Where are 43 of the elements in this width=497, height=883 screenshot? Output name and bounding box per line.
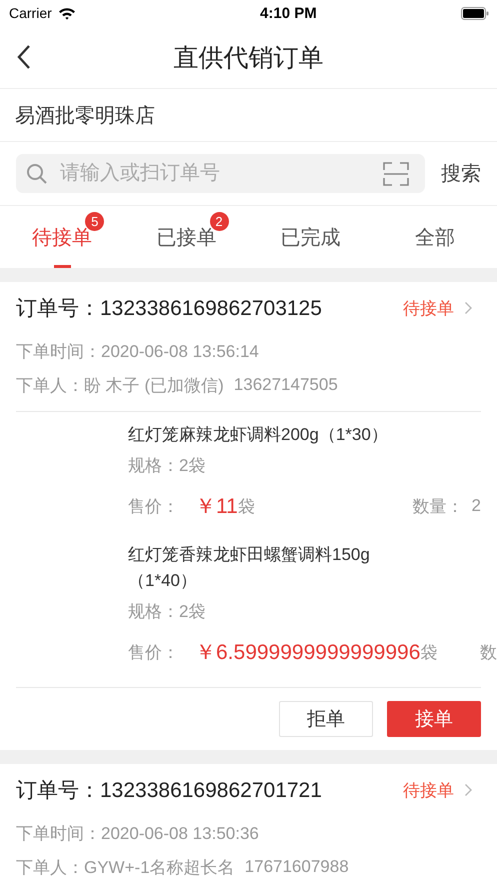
clock-text: 4:10 PM [260,4,317,22]
unit-text: 袋 [420,642,438,664]
search-input[interactable]: 请输入或扫订单号 [58,161,373,186]
reject-button[interactable]: 拒单 [279,701,373,737]
wifi-icon [58,6,76,20]
store-name: 易酒批零明珠店 [15,104,155,128]
chevron-right-icon [464,783,473,797]
count-badge: 5 [85,212,104,231]
search-button[interactable]: 搜索 [441,160,481,187]
product-spec: 规格：2袋 [128,601,206,623]
unit-text: 袋 [238,496,255,518]
buyer-name: 下单人：GYW+-1名称超长名 [16,856,235,878]
tab[interactable]: 全部 [372,206,497,268]
quantity-label: 数量： [412,496,464,518]
scan-icon[interactable] [383,162,409,186]
price-label: 售价： [128,496,179,518]
buyer-name: 下单人：盼 木子 (已加微信) [16,374,224,396]
quantity-label: 数 [480,642,497,664]
price-label: 售价： [128,642,179,664]
page-title: 直供代销订单 [174,42,324,74]
quantity-value: 2 [472,496,481,516]
carrier-text: Carrier [9,5,52,21]
order-number: 订单号：1323386169862701721 [16,778,322,804]
search-field[interactable]: 请输入或扫订单号 [16,154,425,193]
price-value: ￥11 [195,494,238,520]
order-time: 下单时间：2020-06-08 13:56:14 [16,340,260,362]
price-value: ￥6.5999999999999996 [195,640,420,666]
order-time: 下单时间：2020-06-08 13:50:36 [16,822,260,844]
product-name: 红灯笼麻辣龙虾调料200g（1*30） [128,424,389,446]
battery-icon [460,6,489,20]
buyer-phone: 17671607988 [244,857,349,877]
search-icon [26,162,48,184]
buyer-phone: 13627147505 [234,375,338,395]
tab[interactable]: 待接单 5 [0,206,124,268]
product-spec: 规格：2袋 [128,455,206,477]
chevron-right-icon [464,301,473,315]
tab[interactable]: 已接单 2 [124,206,248,268]
order-number: 订单号：1323386169862703125 [16,296,322,322]
back-icon[interactable] [17,44,31,70]
accept-button[interactable]: 接单 [387,701,481,737]
tab[interactable]: 已完成 [248,206,373,268]
count-badge: 2 [210,212,228,231]
product-name: 红灯笼香辣龙虾田螺蟹调料150g（1*40） [128,544,371,592]
